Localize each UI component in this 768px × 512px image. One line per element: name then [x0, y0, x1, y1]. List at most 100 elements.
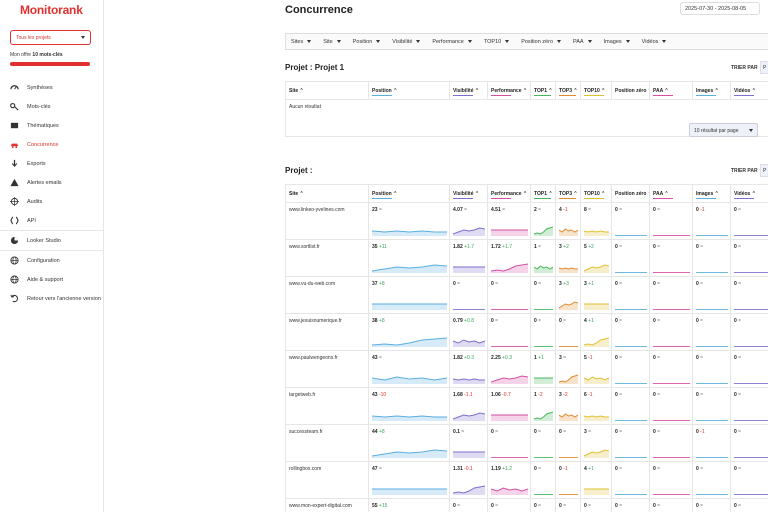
- column-header-top1[interactable]: TOP1 ⌃: [530, 81, 556, 100]
- sparkline: [491, 309, 528, 310]
- filter-position[interactable]: Position: [353, 39, 381, 45]
- sidebar-item-looker-studio[interactable]: Looker Studio: [0, 231, 104, 250]
- table-row[interactable]: www.mon-expert-digital.com 55 +15 0 = 0 = 0 …: [285, 498, 768, 512]
- sparkline: [696, 494, 728, 495]
- per-page-select[interactable]: 10 résultat par page: [689, 123, 758, 137]
- project-select[interactable]: Tous les projets: [10, 30, 91, 45]
- column-header-top10[interactable]: TOP10 ⌃: [580, 81, 612, 100]
- table-row[interactable]: successteam.fr 44 +8 0.1 = 0 = 0 = 0 = 3 = 0 = 0…: [285, 424, 768, 462]
- column-header-visibilit-[interactable]: Visibilité ⌃: [449, 81, 488, 100]
- column-header-paa[interactable]: PAA ⌃: [649, 184, 693, 203]
- performance-cell: 0 =: [487, 276, 531, 314]
- site-cell[interactable]: www.linkeo-yvelines.com: [285, 202, 369, 240]
- filter-paa[interactable]: PAA: [573, 39, 592, 45]
- filter-sites[interactable]: Sites: [291, 39, 312, 45]
- column-header-performance[interactable]: Performance ⌃: [487, 81, 531, 100]
- sparkline: [372, 376, 447, 384]
- top10-cell: 4 +1: [580, 461, 612, 499]
- column-header-paa[interactable]: PAA ⌃: [649, 81, 693, 100]
- column-header-position[interactable]: Position ⌃: [368, 184, 450, 203]
- sort-by-button[interactable]: TRIER PAR: [731, 168, 758, 174]
- date-range-picker[interactable]: 2025-07-30 - 2025-08-05: [680, 2, 760, 15]
- metric-value: 1.68: [453, 392, 463, 398]
- sparkline: [372, 415, 447, 421]
- car-icon: [10, 140, 19, 149]
- chevron-down-icon: [416, 40, 421, 43]
- table-row[interactable]: targetweb.fr 43 -10 1.68 -1.1 1.06 -0.7 1 -2…: [285, 387, 768, 425]
- metric-delta: +8: [378, 429, 385, 435]
- table-row[interactable]: www.vu-du-web.com 37 +8 0 = 0 = 0 = 3 +3 3 +1 0…: [285, 276, 768, 314]
- column-header-top3[interactable]: TOP3 ⌃: [555, 81, 581, 100]
- visibilite-cell: 1.82 +1.7: [449, 239, 488, 277]
- site-cell[interactable]: www.mon-expert-digital.com: [285, 498, 369, 512]
- top3-cell: 0 =: [555, 424, 581, 462]
- column-header-top3[interactable]: TOP3 ⌃: [555, 184, 581, 203]
- sort-by-button[interactable]: TRIER PAR: [731, 65, 758, 71]
- column-header-top1[interactable]: TOP1 ⌃: [530, 184, 556, 203]
- metric-value: 0: [734, 429, 737, 435]
- sidebar-item-mots-cl-s[interactable]: Mots-clés: [0, 97, 104, 116]
- column-header-images[interactable]: Images ⌃: [692, 184, 731, 203]
- sort-arrow-icon: ⌃: [521, 190, 528, 197]
- column-header-vid-os[interactable]: Vidéos ⌃: [730, 81, 768, 100]
- site-cell[interactable]: www.paulwengeons.fr: [285, 350, 369, 388]
- metric-value: 0: [615, 429, 618, 435]
- column-color-underline: [696, 95, 716, 96]
- table-row[interactable]: www.linkeo-yvelines.com 23 = 4.07 = 4.51 = 2…: [285, 202, 768, 240]
- site-cell[interactable]: successteam.fr: [285, 424, 369, 462]
- sidebar-item-api[interactable]: API: [0, 211, 104, 230]
- app-logo[interactable]: Monitorank: [20, 3, 83, 17]
- column-header-visibilit-[interactable]: Visibilité ⌃: [449, 184, 488, 203]
- metric-value: 23: [372, 207, 378, 213]
- column-header-images[interactable]: Images ⌃: [692, 81, 731, 100]
- project1-extra-button[interactable]: P: [760, 61, 768, 74]
- column-header-site[interactable]: Site ⌃: [285, 81, 369, 100]
- sidebar-item-th-matiques[interactable]: Thématiques: [0, 116, 104, 135]
- site-cell[interactable]: rollingbox.com: [285, 461, 369, 499]
- site-cell[interactable]: www.sortlist.fr: [285, 239, 369, 277]
- sidebar-item-aide-support[interactable]: Aide & support: [0, 270, 104, 289]
- table-row[interactable]: www.jesuisnumerique.fr 38 +8 0.79 +0.8 0 = 0…: [285, 313, 768, 351]
- table-row[interactable]: www.sortlist.fr 35 +11 1.82 +1.7 1.72 +1.7 1…: [285, 239, 768, 277]
- site-cell[interactable]: www.vu-du-web.com: [285, 276, 369, 314]
- filter-site[interactable]: Site: [323, 39, 341, 45]
- table-row[interactable]: www.paulwengeons.fr 43 = 1.82 +0.3 2.25 +0.…: [285, 350, 768, 388]
- sidebar-item-alertes-emails[interactable]: Alertes emails: [0, 173, 104, 192]
- sparkline: [615, 309, 647, 310]
- filter-visibilit-[interactable]: Visibilité: [392, 39, 421, 45]
- sidebar-item-synth-ses[interactable]: Synthèses: [0, 78, 104, 97]
- sparkline: [615, 494, 647, 495]
- filter-images[interactable]: Images: [604, 39, 630, 45]
- project2-extra-button[interactable]: P: [760, 164, 768, 177]
- filter-top10[interactable]: TOP10: [484, 39, 510, 45]
- sidebar-nav: Synthèses Mots-clés Thématiques Concurrence…: [0, 78, 104, 308]
- videos-cell: 0 =: [730, 498, 768, 512]
- sidebar-item-concurrence[interactable]: Concurrence: [0, 135, 104, 154]
- site-cell[interactable]: www.jesuisnumerique.fr: [285, 313, 369, 351]
- top1-cell: 1 =: [530, 239, 556, 277]
- column-header-site[interactable]: Site ⌃: [285, 184, 369, 203]
- filter-position-z-ro[interactable]: Position zéro: [521, 39, 561, 45]
- filter-vid-os[interactable]: Vidéos: [642, 39, 667, 45]
- site-cell[interactable]: targetweb.fr: [285, 387, 369, 425]
- pz-cell: 0 =: [611, 461, 650, 499]
- filter-performance[interactable]: Performance: [432, 39, 472, 45]
- column-header-position-z-ro[interactable]: Position zéro ⌃: [611, 184, 650, 203]
- sidebar-item-configuration[interactable]: Configuration: [0, 251, 104, 270]
- sidebar-item-audits[interactable]: Audits: [0, 192, 104, 211]
- filter-bar: Sites Site Position Visibilité Performance TO…: [285, 33, 768, 50]
- column-header-vid-os[interactable]: Vidéos ⌃: [730, 184, 768, 203]
- column-header-top10[interactable]: TOP10 ⌃: [580, 184, 612, 203]
- column-header-position-z-ro[interactable]: Position zéro ⌃: [611, 81, 650, 100]
- metric-value: 0: [653, 503, 656, 509]
- sparkline: [534, 377, 553, 384]
- sidebar-item-exports[interactable]: Exports: [0, 154, 104, 173]
- sparkline: [559, 267, 578, 273]
- column-header-position[interactable]: Position ⌃: [368, 81, 450, 100]
- column-header-performance[interactable]: Performance ⌃: [487, 184, 531, 203]
- table-row[interactable]: rollingbox.com 47 = 1.31 -0.1 1.19 +1.2 0 = 0…: [285, 461, 768, 499]
- metric-delta: =: [538, 207, 542, 213]
- sidebar-item-retour-vers-l-ancienne-version[interactable]: Retour vers l'ancienne version: [0, 289, 104, 308]
- filter-label: Position: [352, 38, 373, 45]
- sparkline: [491, 229, 528, 236]
